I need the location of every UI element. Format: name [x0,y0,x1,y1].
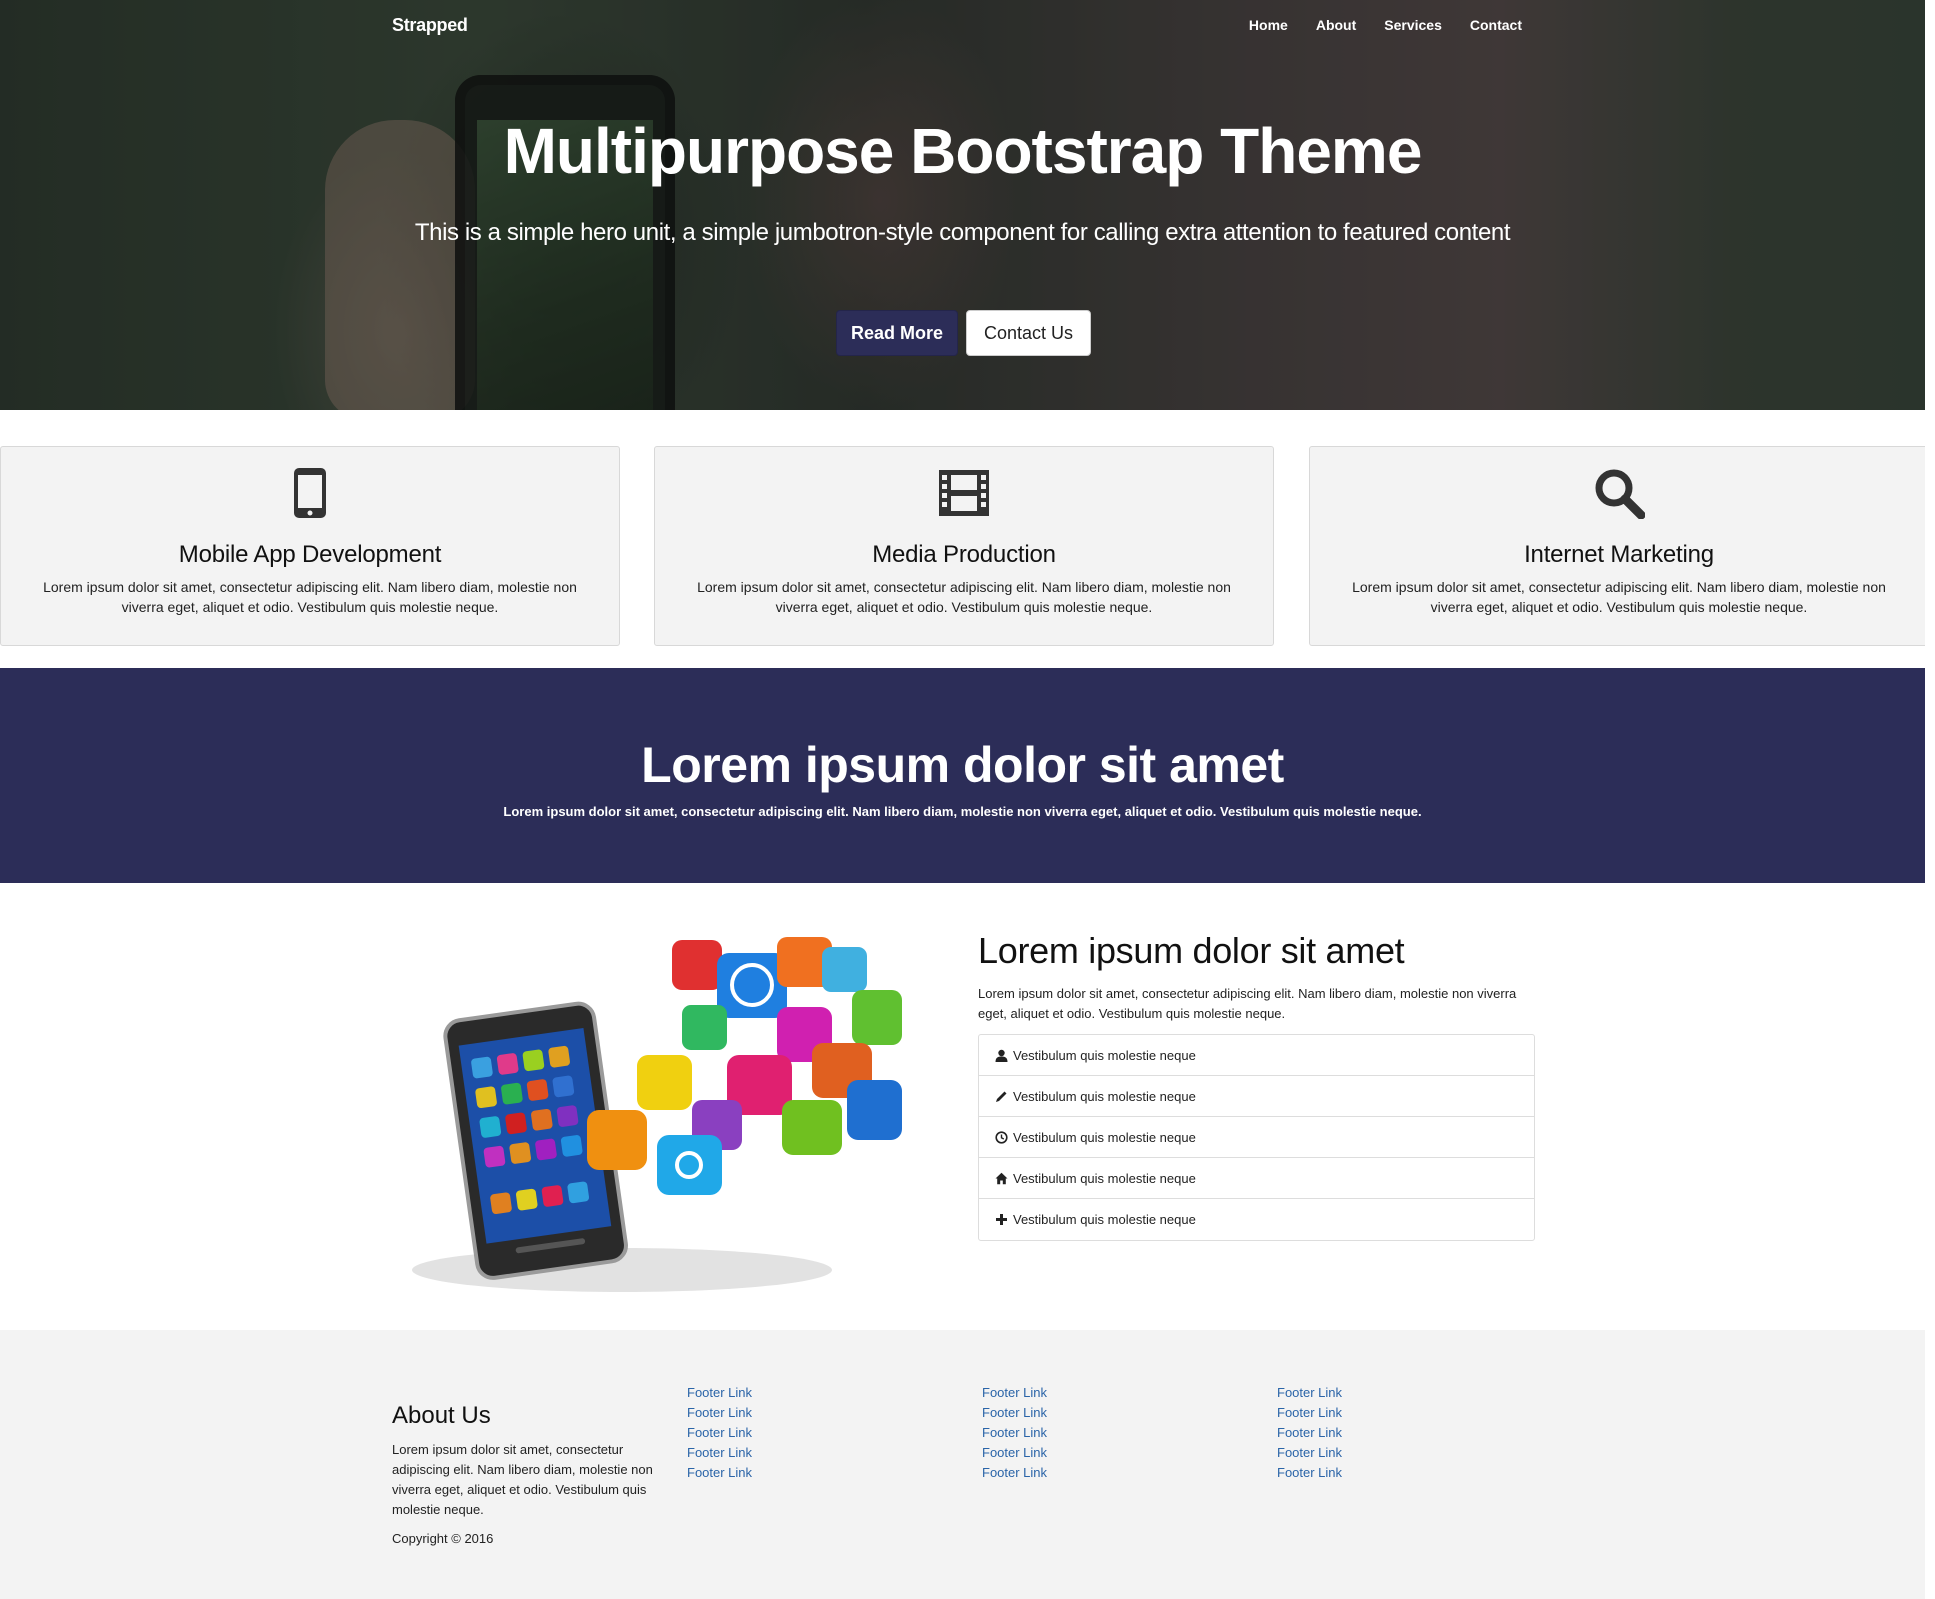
feature-list: Vestibulum quis molestie neque Vestibulu… [978,1034,1535,1241]
user-icon [994,1048,1008,1062]
copyright: Copyright © 2016 [392,1531,494,1546]
hero-subtitle: This is a simple hero unit, a simple jum… [414,219,1511,246]
list-item[interactable]: Vestibulum quis molestie neque [979,1117,1534,1158]
footer-link[interactable]: Footer Link [982,1383,1182,1403]
nav-link-services[interactable]: Services [1384,17,1442,33]
footer-link[interactable]: Footer Link [982,1443,1182,1463]
banner-title: Lorem ipsum dolor sit amet [641,737,1284,793]
feature-card-marketing: Internet Marketing Lorem ipsum dolor sit… [1309,446,1929,646]
feature-text: Lorem ipsum dolor sit amet, consectetur … [1352,579,1886,615]
content-text: Lorem ipsum dolor sit amet, consectetur … [978,986,1517,1021]
hero-title: Multipurpose Bootstrap Theme [503,115,1423,187]
home-icon [994,1171,1008,1185]
footer-link[interactable]: Footer Link [687,1443,887,1463]
footer-link[interactable]: Footer Link [1277,1423,1477,1443]
feature-text: Lorem ipsum dolor sit amet, consectetur … [43,579,577,615]
footer-about-text: Lorem ipsum dolor sit amet, consectetur … [392,1442,653,1517]
navbar-brand[interactable]: Strapped [392,15,468,36]
list-item[interactable]: Vestibulum quis molestie neque [979,1035,1534,1076]
apps-illustration [392,925,932,1305]
footer-link[interactable]: Footer Link [982,1423,1182,1443]
contact-us-button[interactable]: Contact Us [966,310,1091,356]
list-item[interactable]: Vestibulum quis molestie neque [979,1199,1534,1240]
banner-section: Lorem ipsum dolor sit amet Lorem ipsum d… [0,668,1925,883]
feature-card-media: Media Production Lorem ipsum dolor sit a… [654,446,1274,646]
mobile-phone-icon [1,465,619,521]
list-item-label: Vestibulum quis molestie neque [1013,1212,1196,1227]
nav-links: Home About Services Contact [1249,17,1522,33]
page: Strapped Home About Services Contact Mul… [0,0,1935,1599]
navbar: Strapped Home About Services Contact [0,0,1925,54]
pencil-icon [994,1089,1008,1103]
list-item-label: Vestibulum quis molestie neque [1013,1047,1196,1063]
footer-about-title: About Us [392,1402,491,1429]
list-item-label: Vestibulum quis molestie neque [1013,1129,1196,1145]
list-item[interactable]: Vestibulum quis molestie neque [979,1158,1534,1199]
footer-link[interactable]: Footer Link [687,1463,887,1483]
footer-link[interactable]: Footer Link [687,1423,887,1443]
footer-link[interactable]: Footer Link [1277,1403,1477,1423]
footer-link[interactable]: Footer Link [1277,1463,1477,1483]
footer: About Us Lorem ipsum dolor sit amet, con… [0,1330,1925,1599]
feature-title: Media Production [872,541,1056,568]
footer-links-column-3: Footer Link Footer Link Footer Link Foot… [1277,1383,1477,1483]
read-more-button[interactable]: Read More [836,310,958,356]
nav-link-about[interactable]: About [1316,17,1356,33]
nav-link-home[interactable]: Home [1249,17,1288,33]
list-item-label: Vestibulum quis molestie neque [1013,1170,1196,1186]
content-section: Lorem ipsum dolor sit amet Lorem ipsum d… [978,930,1535,1241]
clock-icon [994,1130,1008,1144]
content-title: Lorem ipsum dolor sit amet [978,930,1405,971]
features-row: Mobile App Development Lorem ipsum dolor… [0,446,1929,648]
plus-icon [994,1213,1008,1227]
footer-link[interactable]: Footer Link [687,1383,887,1403]
footer-links-column-1: Footer Link Footer Link Footer Link Foot… [687,1383,887,1483]
footer-link[interactable]: Footer Link [982,1403,1182,1423]
footer-links-column-2: Footer Link Footer Link Footer Link Foot… [982,1383,1182,1483]
list-item[interactable]: Vestibulum quis molestie neque [979,1076,1534,1117]
search-icon [1310,465,1928,521]
film-icon [655,465,1273,521]
list-item-label: Vestibulum quis molestie neque [1013,1088,1196,1104]
feature-title: Mobile App Development [178,541,442,568]
nav-link-contact[interactable]: Contact [1470,17,1522,33]
footer-link[interactable]: Footer Link [687,1403,887,1423]
footer-link[interactable]: Footer Link [1277,1383,1477,1403]
feature-text: Lorem ipsum dolor sit amet, consectetur … [697,579,1231,615]
feature-card-mobile: Mobile App Development Lorem ipsum dolor… [0,446,620,646]
footer-link[interactable]: Footer Link [982,1463,1182,1483]
footer-about: About Us Lorem ipsum dolor sit amet, con… [392,1402,662,1546]
hero-buttons: Read More Contact Us [836,310,1091,356]
page-edge [1925,0,1935,1599]
footer-link[interactable]: Footer Link [1277,1443,1477,1463]
hero-section: Strapped Home About Services Contact Mul… [0,0,1925,410]
banner-text: Lorem ipsum dolor sit amet, consectetur … [503,804,1422,819]
feature-title: Internet Marketing [1524,541,1714,568]
